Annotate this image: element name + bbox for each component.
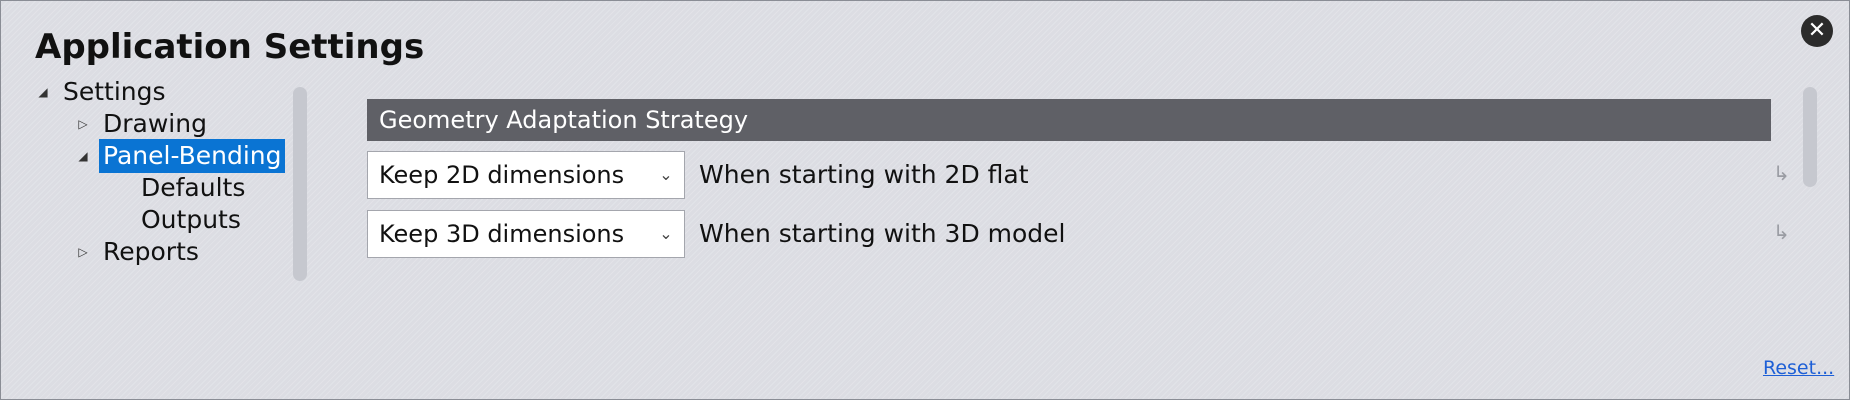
settings-dialog: Application Settings ✕ ◢ Settings ▷ Draw… <box>0 0 1850 400</box>
chevron-down-icon[interactable]: ⌄ <box>656 211 676 257</box>
row-label-3d: When starting with 3D model <box>699 219 1066 248</box>
expanded-arrow-icon[interactable]: ◢ <box>75 139 91 173</box>
tree-item-outputs-label: Outputs <box>141 205 241 234</box>
section-header: Geometry Adaptation Strategy <box>367 99 1771 141</box>
tree-item-defaults-label: Defaults <box>141 173 246 202</box>
dropdown-value: Keep 2D dimensions <box>379 161 625 189</box>
dimension-strategy-2d-select[interactable]: Keep 2D dimensions ⌄ <box>367 151 685 199</box>
tree-scrollbar[interactable] <box>293 87 307 281</box>
content-scrollbar[interactable] <box>1803 87 1817 187</box>
tree-item-reports-label: Reports <box>103 237 199 266</box>
tree-item-settings-label: Settings <box>63 77 166 106</box>
dimension-strategy-3d-select[interactable]: Keep 3D dimensions ⌄ <box>367 210 685 258</box>
reset-arrow-icon[interactable]: ↳ <box>1773 220 1790 244</box>
collapsed-arrow-icon[interactable]: ▷ <box>75 107 91 141</box>
close-icon[interactable]: ✕ <box>1801 15 1833 47</box>
chevron-down-icon[interactable]: ⌄ <box>656 152 676 198</box>
dropdown-value: Keep 3D dimensions <box>379 220 625 248</box>
row-label-2d: When starting with 2D flat <box>699 160 1029 189</box>
expanded-arrow-icon[interactable]: ◢ <box>35 75 51 109</box>
reset-link[interactable]: Reset... <box>1763 357 1834 379</box>
tree-item-drawing-label: Drawing <box>103 109 207 138</box>
dialog-title: Application Settings <box>35 27 425 67</box>
tree-item-panel-bending-label: Panel-Bending <box>99 139 286 173</box>
collapsed-arrow-icon[interactable]: ▷ <box>75 235 91 269</box>
reset-arrow-icon[interactable]: ↳ <box>1773 161 1790 185</box>
